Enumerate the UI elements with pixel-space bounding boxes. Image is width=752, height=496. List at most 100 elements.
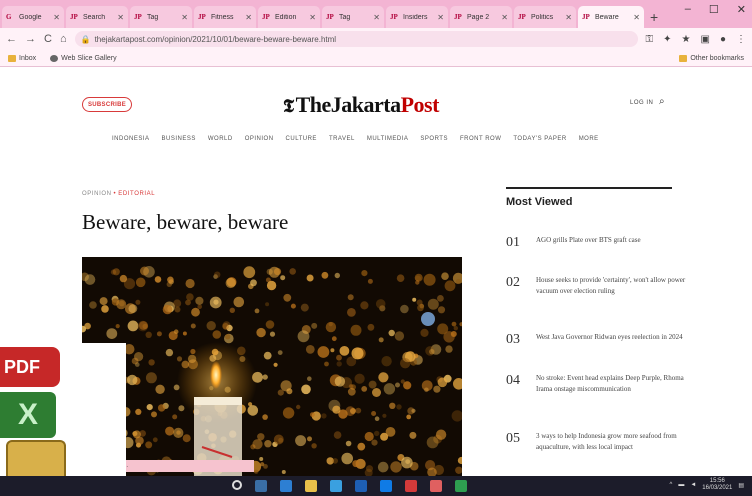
most-viewed-item[interactable]: 05 3 ways to help Indonesia grow more sea… <box>506 431 696 453</box>
most-viewed-link[interactable]: House seeks to provide 'certainty', won'… <box>536 275 696 297</box>
forward-icon[interactable]: → <box>25 33 36 45</box>
bokeh-dot <box>437 306 446 314</box>
other-bookmarks[interactable]: Other bookmarks <box>679 54 744 62</box>
breadcrumb-subsection[interactable]: EDITORIAL <box>118 191 155 197</box>
breadcrumb-section[interactable]: OPINION <box>82 191 112 197</box>
task-view-icon[interactable] <box>255 480 267 492</box>
close-icon[interactable]: ✕ <box>501 13 508 22</box>
search-icon[interactable] <box>232 480 242 490</box>
close-icon[interactable]: ✕ <box>565 13 572 22</box>
browser-tab[interactable]: JP Tag ✕ <box>322 6 384 28</box>
nav-item[interactable]: WORLD <box>208 136 233 142</box>
nav-item[interactable]: MULTIMEDIA <box>367 136 409 142</box>
most-viewed-divider <box>506 187 672 189</box>
mail-icon[interactable] <box>380 480 392 492</box>
menu-icon[interactable]: ⋮ <box>736 34 746 45</box>
bokeh-dot <box>378 372 389 383</box>
reload-icon[interactable]: C <box>44 33 52 45</box>
key-icon[interactable]: ⚿ <box>646 34 654 45</box>
close-icon[interactable]: ✕ <box>181 13 188 22</box>
bokeh-dot <box>155 384 165 394</box>
nav-item[interactable]: SPORTS <box>420 136 448 142</box>
article-hero-image[interactable] <box>82 257 462 476</box>
most-viewed-item[interactable]: 01 AGO grills Plate over BTS graft case <box>506 235 696 251</box>
close-icon[interactable]: ✕ <box>53 13 60 22</box>
close-icon[interactable]: ✕ <box>633 13 640 22</box>
bokeh-dot <box>131 357 139 365</box>
browser-tab-active[interactable]: JP Beware ✕ <box>578 6 644 28</box>
login-link[interactable]: LOG IN <box>630 100 653 106</box>
store-icon[interactable] <box>330 480 342 492</box>
chevron-up-icon[interactable]: ^ <box>670 482 673 488</box>
site-logo[interactable]: 𝕿TheJakartaPost <box>283 92 439 118</box>
pdf-icon[interactable]: PDF <box>0 347 60 387</box>
close-icon[interactable]: ✕ <box>309 13 316 22</box>
nav-item[interactable]: CULTURE <box>286 136 317 142</box>
extension-icon[interactable]: ✦ <box>663 34 671 45</box>
most-viewed-link[interactable]: 3 ways to help Indonesia grow more seafo… <box>536 431 696 453</box>
browser-tab[interactable]: JP Edition ✕ <box>258 6 320 28</box>
most-viewed-item[interactable]: 04 No stroke: Event head explains Deep Pu… <box>506 373 696 395</box>
file-explorer-icon[interactable] <box>305 480 317 492</box>
excel-icon[interactable]: X <box>0 392 56 438</box>
browser-tab[interactable]: JP Insiders ✕ <box>386 6 448 28</box>
nav-item[interactable]: TRAVEL <box>329 136 355 142</box>
bookmark-item[interactable]: Web Slice Gallery <box>50 54 117 62</box>
nav-item[interactable]: TODAY'S PAPER <box>513 136 566 142</box>
minimize-icon[interactable]: – <box>685 3 691 16</box>
clock[interactable]: 15:56 16/03/2021 <box>702 478 732 492</box>
bokeh-dot <box>396 274 405 282</box>
excel-taskbar-icon[interactable] <box>455 480 467 492</box>
network-icon[interactable]: ▬ <box>678 482 684 488</box>
acrobat-icon[interactable] <box>405 480 417 492</box>
most-viewed-link[interactable]: West Java Governor Ridwan eyes reelectio… <box>536 332 696 348</box>
bokeh-dot <box>262 374 268 380</box>
bokeh-dot <box>296 404 301 410</box>
new-tab-button[interactable]: + <box>650 6 658 28</box>
nav-item[interactable]: MORE <box>579 136 599 142</box>
most-viewed-item[interactable]: 02 House seeks to provide 'certainty', wo… <box>506 275 696 297</box>
bokeh-dot <box>156 331 162 337</box>
word-icon[interactable] <box>355 480 367 492</box>
nav-item[interactable]: BUSINESS <box>162 136 196 142</box>
reading-list-icon[interactable]: ▣ <box>701 34 710 45</box>
close-window-icon[interactable]: ✕ <box>737 3 746 16</box>
close-icon[interactable]: ✕ <box>437 13 444 22</box>
browser-tab[interactable]: JP Fitness ✕ <box>194 6 256 28</box>
bookmark-item[interactable]: Inbox <box>8 54 36 62</box>
bokeh-dot <box>140 266 149 276</box>
most-viewed-item[interactable]: 03 West Java Governor Ridwan eyes reelect… <box>506 332 696 348</box>
url-input[interactable]: 🔒 thejakartapost.com/opinion/2021/10/01/… <box>74 31 638 47</box>
subscribe-button[interactable]: SUBSCRIBE <box>82 97 132 112</box>
notification-icon[interactable]: ▤ <box>738 482 744 489</box>
bokeh-dot <box>420 328 429 337</box>
home-icon[interactable]: ⌂ <box>60 33 67 45</box>
bokeh-dot <box>441 272 449 280</box>
back-icon[interactable]: ← <box>6 33 17 45</box>
close-icon[interactable]: ✕ <box>373 13 380 22</box>
browser-tab[interactable]: JP Politics ✕ <box>514 6 576 28</box>
search-icon[interactable]: ⌕ <box>659 96 665 107</box>
most-viewed-link[interactable]: AGO grills Plate over BTS graft case <box>536 235 696 251</box>
bokeh-dot <box>324 361 329 367</box>
profile-icon[interactable]: ● <box>720 34 726 45</box>
bokeh-dot <box>273 268 282 276</box>
browser-tab[interactable]: G Google ✕ <box>2 6 64 28</box>
nav-item[interactable]: INDONESIA <box>112 136 150 142</box>
browser-tab[interactable]: JP Tag ✕ <box>130 6 192 28</box>
most-viewed-link[interactable]: No stroke: Event head explains Deep Purp… <box>536 373 696 395</box>
volume-icon[interactable]: ◄ <box>690 482 696 488</box>
bokeh-dot <box>301 384 311 395</box>
bokeh-dot <box>254 308 260 314</box>
close-icon[interactable]: ✕ <box>245 13 252 22</box>
browser-tab[interactable]: JP Page 2 ✕ <box>450 6 512 28</box>
browser-tab[interactable]: JP Search ✕ <box>66 6 128 28</box>
close-icon[interactable]: ✕ <box>117 13 124 22</box>
nav-item[interactable]: OPINION <box>245 136 274 142</box>
maximize-icon[interactable]: ☐ <box>709 3 719 16</box>
edge-icon[interactable] <box>280 480 292 492</box>
nav-item[interactable]: FRONT ROW <box>460 136 501 142</box>
star-icon[interactable]: ★ <box>682 34 691 45</box>
bokeh-dot <box>361 386 368 392</box>
chrome-icon[interactable] <box>430 480 442 492</box>
